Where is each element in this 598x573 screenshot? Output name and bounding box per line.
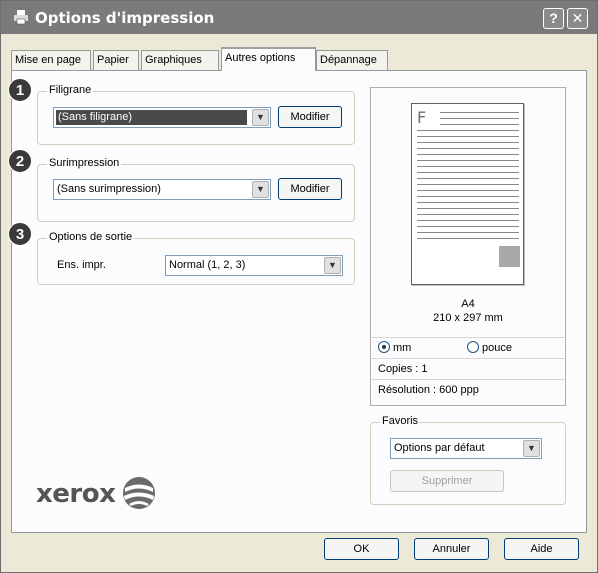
page-text-line xyxy=(417,160,519,161)
title-bar[interactable]: Options d'impression ? ✕ xyxy=(1,1,597,34)
callout-badge-1: 1 xyxy=(8,78,32,102)
page-text-line xyxy=(417,130,519,131)
tab-autres-options[interactable]: Autres options xyxy=(221,47,316,71)
print-options-dialog: Options d'impression ? ✕ Mise en page Pa… xyxy=(0,0,598,573)
radio-mm[interactable] xyxy=(378,341,390,353)
xerox-logo: xerox xyxy=(36,479,116,509)
tab-graphiques[interactable]: Graphiques xyxy=(141,50,219,70)
paper-dimensions: 210 x 297 mm xyxy=(433,312,503,324)
copies-info: Copies : 1 xyxy=(371,358,565,379)
window-title: Options d'impression xyxy=(35,9,215,27)
favorites-group: Favoris xyxy=(370,415,566,505)
watermark-select-value: (Sans filigrane) xyxy=(56,110,247,125)
page-text-line xyxy=(417,184,519,185)
paper-size: A4 xyxy=(461,298,475,310)
cancel-button[interactable]: Annuler xyxy=(414,538,489,560)
page-text-line xyxy=(417,142,519,143)
overlay-legend: Surimpression xyxy=(47,157,122,169)
page-text-line xyxy=(417,214,519,215)
help-title-button[interactable]: ? xyxy=(543,8,564,29)
watermark-legend: Filigrane xyxy=(47,84,94,96)
page-text-line xyxy=(417,154,519,155)
print-set-label: Ens. impr. xyxy=(57,259,106,271)
unit-mm-option[interactable]: mm xyxy=(378,341,412,354)
page-text-line xyxy=(440,118,519,119)
page-text-line xyxy=(417,232,519,233)
callout-badge-2: 2 xyxy=(8,149,32,173)
watermark-select[interactable]: (Sans filigrane) ▼ xyxy=(53,107,271,128)
page-text-line xyxy=(417,148,519,149)
close-icon[interactable]: ✕ xyxy=(567,8,588,29)
page-text-line xyxy=(417,238,519,239)
favorites-legend: Favoris xyxy=(380,415,421,427)
page-text-line xyxy=(417,226,519,227)
favorites-select[interactable]: Options par défaut ▼ xyxy=(390,438,542,459)
callout-badge-3: 3 xyxy=(8,222,32,246)
chevron-down-icon[interactable]: ▼ xyxy=(252,181,269,198)
unit-row: mm pouce xyxy=(371,337,565,358)
page-preview: F xyxy=(411,103,524,285)
print-set-select-value: Normal (1, 2, 3) xyxy=(169,259,246,271)
watermark-edit-button[interactable]: Modifier xyxy=(278,106,342,128)
ok-button[interactable]: OK xyxy=(324,538,399,560)
radio-inch[interactable] xyxy=(467,341,479,353)
printer-icon xyxy=(14,10,28,25)
page-text-line xyxy=(417,208,519,209)
page-text-line xyxy=(417,220,519,221)
overlay-select[interactable]: (Sans surimpression) ▼ xyxy=(53,179,271,200)
page-text-line xyxy=(417,166,519,167)
page-image-placeholder xyxy=(499,246,520,267)
tab-depannage[interactable]: Dépannage xyxy=(316,50,388,70)
chevron-down-icon[interactable]: ▼ xyxy=(252,109,269,126)
favorites-select-value: Options par défaut xyxy=(394,442,485,454)
overlay-edit-button[interactable]: Modifier xyxy=(278,178,342,200)
chevron-down-icon[interactable]: ▼ xyxy=(523,440,540,457)
page-text-line xyxy=(417,178,519,179)
output-legend: Options de sortie xyxy=(47,231,135,243)
page-text-line xyxy=(417,172,519,173)
layout-preview: F A4 210 x 297 mm mm pouce Copies : 1 Ré… xyxy=(370,87,566,406)
tab-papier[interactable]: Papier xyxy=(93,50,139,70)
overlay-select-value: (Sans surimpression) xyxy=(57,183,161,195)
help-button[interactable]: Aide xyxy=(504,538,579,560)
page-text-line xyxy=(417,196,519,197)
page-text-line xyxy=(417,190,519,191)
chevron-down-icon[interactable]: ▼ xyxy=(324,257,341,274)
unit-inch-label: pouce xyxy=(482,342,512,354)
page-text-line xyxy=(440,112,519,113)
print-set-select[interactable]: Normal (1, 2, 3) ▼ xyxy=(165,255,343,276)
page-letter: F xyxy=(417,108,427,127)
tab-mise-en-page[interactable]: Mise en page xyxy=(11,50,91,70)
unit-mm-label: mm xyxy=(393,342,412,354)
page-text-line xyxy=(417,202,519,203)
page-text-line xyxy=(417,136,519,137)
xerox-globe-icon xyxy=(123,477,155,509)
favorites-delete-button[interactable]: Supprimer xyxy=(390,470,504,492)
page-text-line xyxy=(440,124,519,125)
unit-inch-option[interactable]: pouce xyxy=(467,338,512,358)
resolution-info: Résolution : 600 ppp xyxy=(371,379,565,400)
